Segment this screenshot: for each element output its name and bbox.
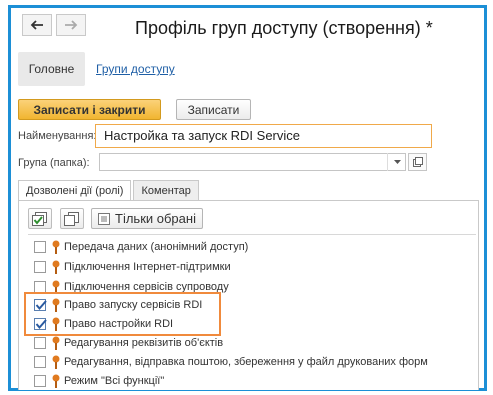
name-input[interactable]: Настройка та запуск RDI Service <box>95 124 432 148</box>
role-checkbox[interactable] <box>34 356 46 368</box>
role-checkbox[interactable] <box>34 261 46 273</box>
role-pin-icon <box>52 298 60 312</box>
role-label: Підключення сервісів супроводу <box>64 281 229 293</box>
roles-list: Передача даних (анонімний доступ) Підклю… <box>28 234 476 394</box>
role-row[interactable]: Редагування, відправка поштою, збереженн… <box>28 352 476 372</box>
role-pin-icon <box>52 280 60 294</box>
role-row[interactable]: Підключення Інтернет-підтримки <box>28 257 476 277</box>
role-label: Передача даних (анонімний доступ) <box>64 241 249 253</box>
group-input[interactable] <box>99 153 406 171</box>
role-checkbox[interactable] <box>34 241 46 253</box>
list-icon <box>98 212 110 225</box>
arrow-right-icon <box>65 20 78 30</box>
role-checkbox-checked[interactable] <box>34 318 47 330</box>
role-row[interactable]: Право настройки RDI <box>28 314 476 334</box>
only-selected-button[interactable]: Тільки обрані <box>91 208 203 229</box>
role-label: Редагування реквізитів об'єктів <box>64 337 224 349</box>
role-row[interactable]: Передача даних (анонімний доступ) <box>28 237 476 257</box>
save-and-close-button[interactable]: Записати і закрити <box>18 99 161 120</box>
group-dropdown-button[interactable] <box>387 153 406 171</box>
role-checkbox[interactable] <box>34 337 46 349</box>
arrow-left-icon <box>30 20 43 30</box>
only-selected-label: Тільки обрані <box>115 211 196 226</box>
open-window-icon <box>412 157 423 167</box>
name-value: Настройка та запуск RDI Service <box>104 128 300 143</box>
role-row[interactable]: Право запуску сервісів RDI <box>28 295 476 315</box>
role-checkbox[interactable] <box>34 375 46 387</box>
tab-strip: Дозволені дії (ролі) Коментар <box>18 180 201 201</box>
role-label: Режим "Всі функції" <box>64 375 165 387</box>
role-row[interactable]: Режим "Всі функції" <box>28 371 476 391</box>
section-main[interactable]: Головне <box>18 52 85 86</box>
tab-comment[interactable]: Коментар <box>133 180 199 200</box>
copy-icon <box>64 211 79 226</box>
checkmark-icon <box>35 319 47 330</box>
role-label: Підключення Інтернет-підтримки <box>64 261 231 273</box>
role-checkbox[interactable] <box>34 281 46 293</box>
chevron-down-icon <box>393 160 401 164</box>
back-button[interactable] <box>22 14 52 36</box>
role-label: Право запуску сервісів RDI <box>64 299 203 311</box>
forward-button[interactable] <box>56 14 86 36</box>
save-button[interactable]: Записати <box>176 99 251 120</box>
role-pin-icon <box>52 355 60 369</box>
role-pin-icon <box>52 260 60 274</box>
role-pin-icon <box>52 317 60 331</box>
role-row[interactable]: Редагування реквізитів об'єктів <box>28 333 476 353</box>
role-checkbox-checked[interactable] <box>34 299 47 311</box>
role-pin-icon <box>52 374 60 388</box>
check-all-button[interactable] <box>28 208 52 229</box>
checkmark-icon <box>35 300 47 311</box>
role-pin-icon <box>52 336 60 350</box>
role-pin-icon <box>52 240 60 254</box>
role-row[interactable]: Підключення сервісів супроводу <box>28 277 476 297</box>
tab-allowed-actions[interactable]: Дозволені дії (ролі) <box>18 180 132 201</box>
section-link-access-groups[interactable]: Групи доступу <box>96 62 175 76</box>
name-label: Найменування: <box>18 130 97 142</box>
role-label: Право настройки RDI <box>64 318 174 330</box>
copy-button[interactable] <box>60 208 84 229</box>
window-title: Профіль груп доступу (створення) * <box>135 18 433 38</box>
group-open-button[interactable] <box>408 153 427 171</box>
check-all-icon <box>32 211 47 226</box>
role-label: Редагування, відправка поштою, збереженн… <box>64 356 428 368</box>
group-label: Група (папка): <box>18 157 90 169</box>
